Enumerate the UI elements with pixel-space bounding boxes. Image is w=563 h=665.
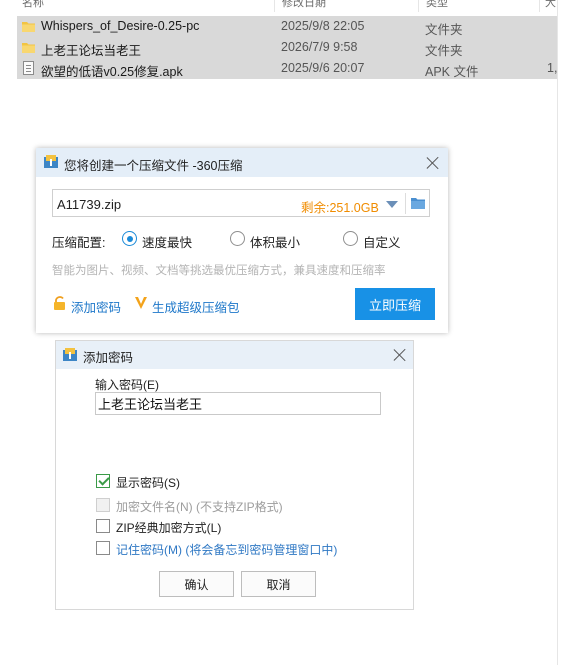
dropdown-arrow-icon[interactable]: [386, 201, 398, 208]
column-date[interactable]: 修改日期: [282, 0, 326, 10]
checkbox-label[interactable]: 显示密码(S): [116, 474, 180, 491]
file-type: 文件夹: [425, 23, 463, 37]
vip-icon: [135, 297, 147, 309]
option-label[interactable]: 体积最小: [250, 232, 300, 251]
radio-circle[interactable]: [230, 231, 245, 246]
pane-border: [557, 0, 558, 665]
column-size[interactable]: 大: [545, 0, 556, 10]
option-label[interactable]: 速度最快: [142, 232, 192, 251]
free-space-label: 剩余:251.0GB: [301, 201, 379, 215]
super-package-label[interactable]: 生成超级压缩包: [152, 297, 240, 316]
archive-path-value[interactable]: A11739.zip: [57, 197, 121, 212]
compress-config-label: 压缩配置:: [52, 236, 106, 250]
dialog-title: 添加密码: [83, 351, 134, 365]
cancel-button[interactable]: 取消: [241, 571, 316, 597]
archive-app-icon: [63, 348, 77, 361]
checkbox-label[interactable]: ZIP经典加密方式(L): [116, 519, 221, 536]
browse-folder-icon[interactable]: [411, 197, 425, 209]
file-size: 1,: [547, 61, 558, 75]
password-label: 输入密码(E): [95, 378, 159, 392]
checkbox-box: [96, 498, 110, 512]
column-type[interactable]: 类型: [426, 0, 448, 10]
add-password-dialog: 添加密码 输入密码(E) 显示密码(S) 加密文件名(N) (不支持ZIP格式)…: [55, 340, 414, 610]
dialog-titlebar[interactable]: 您将创建一个压缩文件 -360压缩: [36, 148, 448, 177]
file-date: 2026/7/9 9:58: [281, 40, 358, 54]
column-header-bar: 名称 修改日期 类型 大: [0, 0, 563, 12]
checkbox-box[interactable]: [96, 474, 110, 488]
close-icon[interactable]: [426, 156, 440, 170]
file-icon: [23, 61, 34, 75]
add-password-label[interactable]: 添加密码: [71, 297, 121, 316]
archive-app-icon: [44, 155, 58, 168]
folder-icon: [22, 22, 35, 32]
file-row[interactable]: 上老王论坛当老王 2026/7/9 9:58 文件夹: [17, 37, 557, 58]
folder-icon: [22, 43, 35, 53]
checkbox-box[interactable]: [96, 541, 110, 555]
compress-now-button[interactable]: 立即压缩: [355, 288, 435, 320]
column-name[interactable]: 名称: [22, 0, 44, 10]
compress-hint: 智能为图片、视频、文档等挑选最优压缩方式，兼具速度和压缩率: [52, 265, 386, 277]
radio-circle[interactable]: [122, 231, 137, 246]
file-type: 文件夹: [425, 44, 463, 58]
ok-button[interactable]: 确认: [159, 571, 234, 597]
option-label[interactable]: 自定义: [363, 232, 401, 251]
radio-circle[interactable]: [343, 231, 358, 246]
column-divider: [418, 0, 419, 12]
password-input[interactable]: [95, 392, 381, 415]
file-date: 2025/9/8 22:05: [281, 19, 365, 33]
column-divider: [539, 0, 540, 12]
dialog-titlebar[interactable]: 添加密码: [56, 341, 413, 369]
file-name: Whispers_of_Desire-0.25-pc: [41, 19, 200, 33]
file-name: 欲望的低语v0.25修复.apk: [41, 65, 183, 79]
file-type: APK 文件: [425, 65, 479, 79]
file-row[interactable]: 欲望的低语v0.25修复.apk 2025/9/6 20:07 APK 文件 1…: [17, 58, 557, 79]
close-icon[interactable]: [393, 348, 407, 362]
field-divider: [405, 193, 406, 214]
checkbox-box[interactable]: [96, 519, 110, 533]
column-divider: [274, 0, 275, 12]
compress-dialog: 您将创建一个压缩文件 -360压缩 A11739.zip 剩余:251.0GB …: [36, 148, 448, 333]
archive-path-field[interactable]: A11739.zip 剩余:251.0GB: [52, 189, 430, 217]
checkbox-label[interactable]: 记住密码(M) (将会备忘到密码管理窗口中): [116, 541, 337, 558]
file-name: 上老王论坛当老王: [41, 44, 142, 58]
file-row[interactable]: Whispers_of_Desire-0.25-pc 2025/9/8 22:0…: [17, 16, 557, 37]
dialog-title: 您将创建一个压缩文件 -360压缩: [64, 159, 243, 173]
checkbox-label: 加密文件名(N) (不支持ZIP格式): [116, 500, 283, 514]
file-date: 2025/9/6 20:07: [281, 61, 365, 75]
lock-icon: [54, 296, 65, 310]
